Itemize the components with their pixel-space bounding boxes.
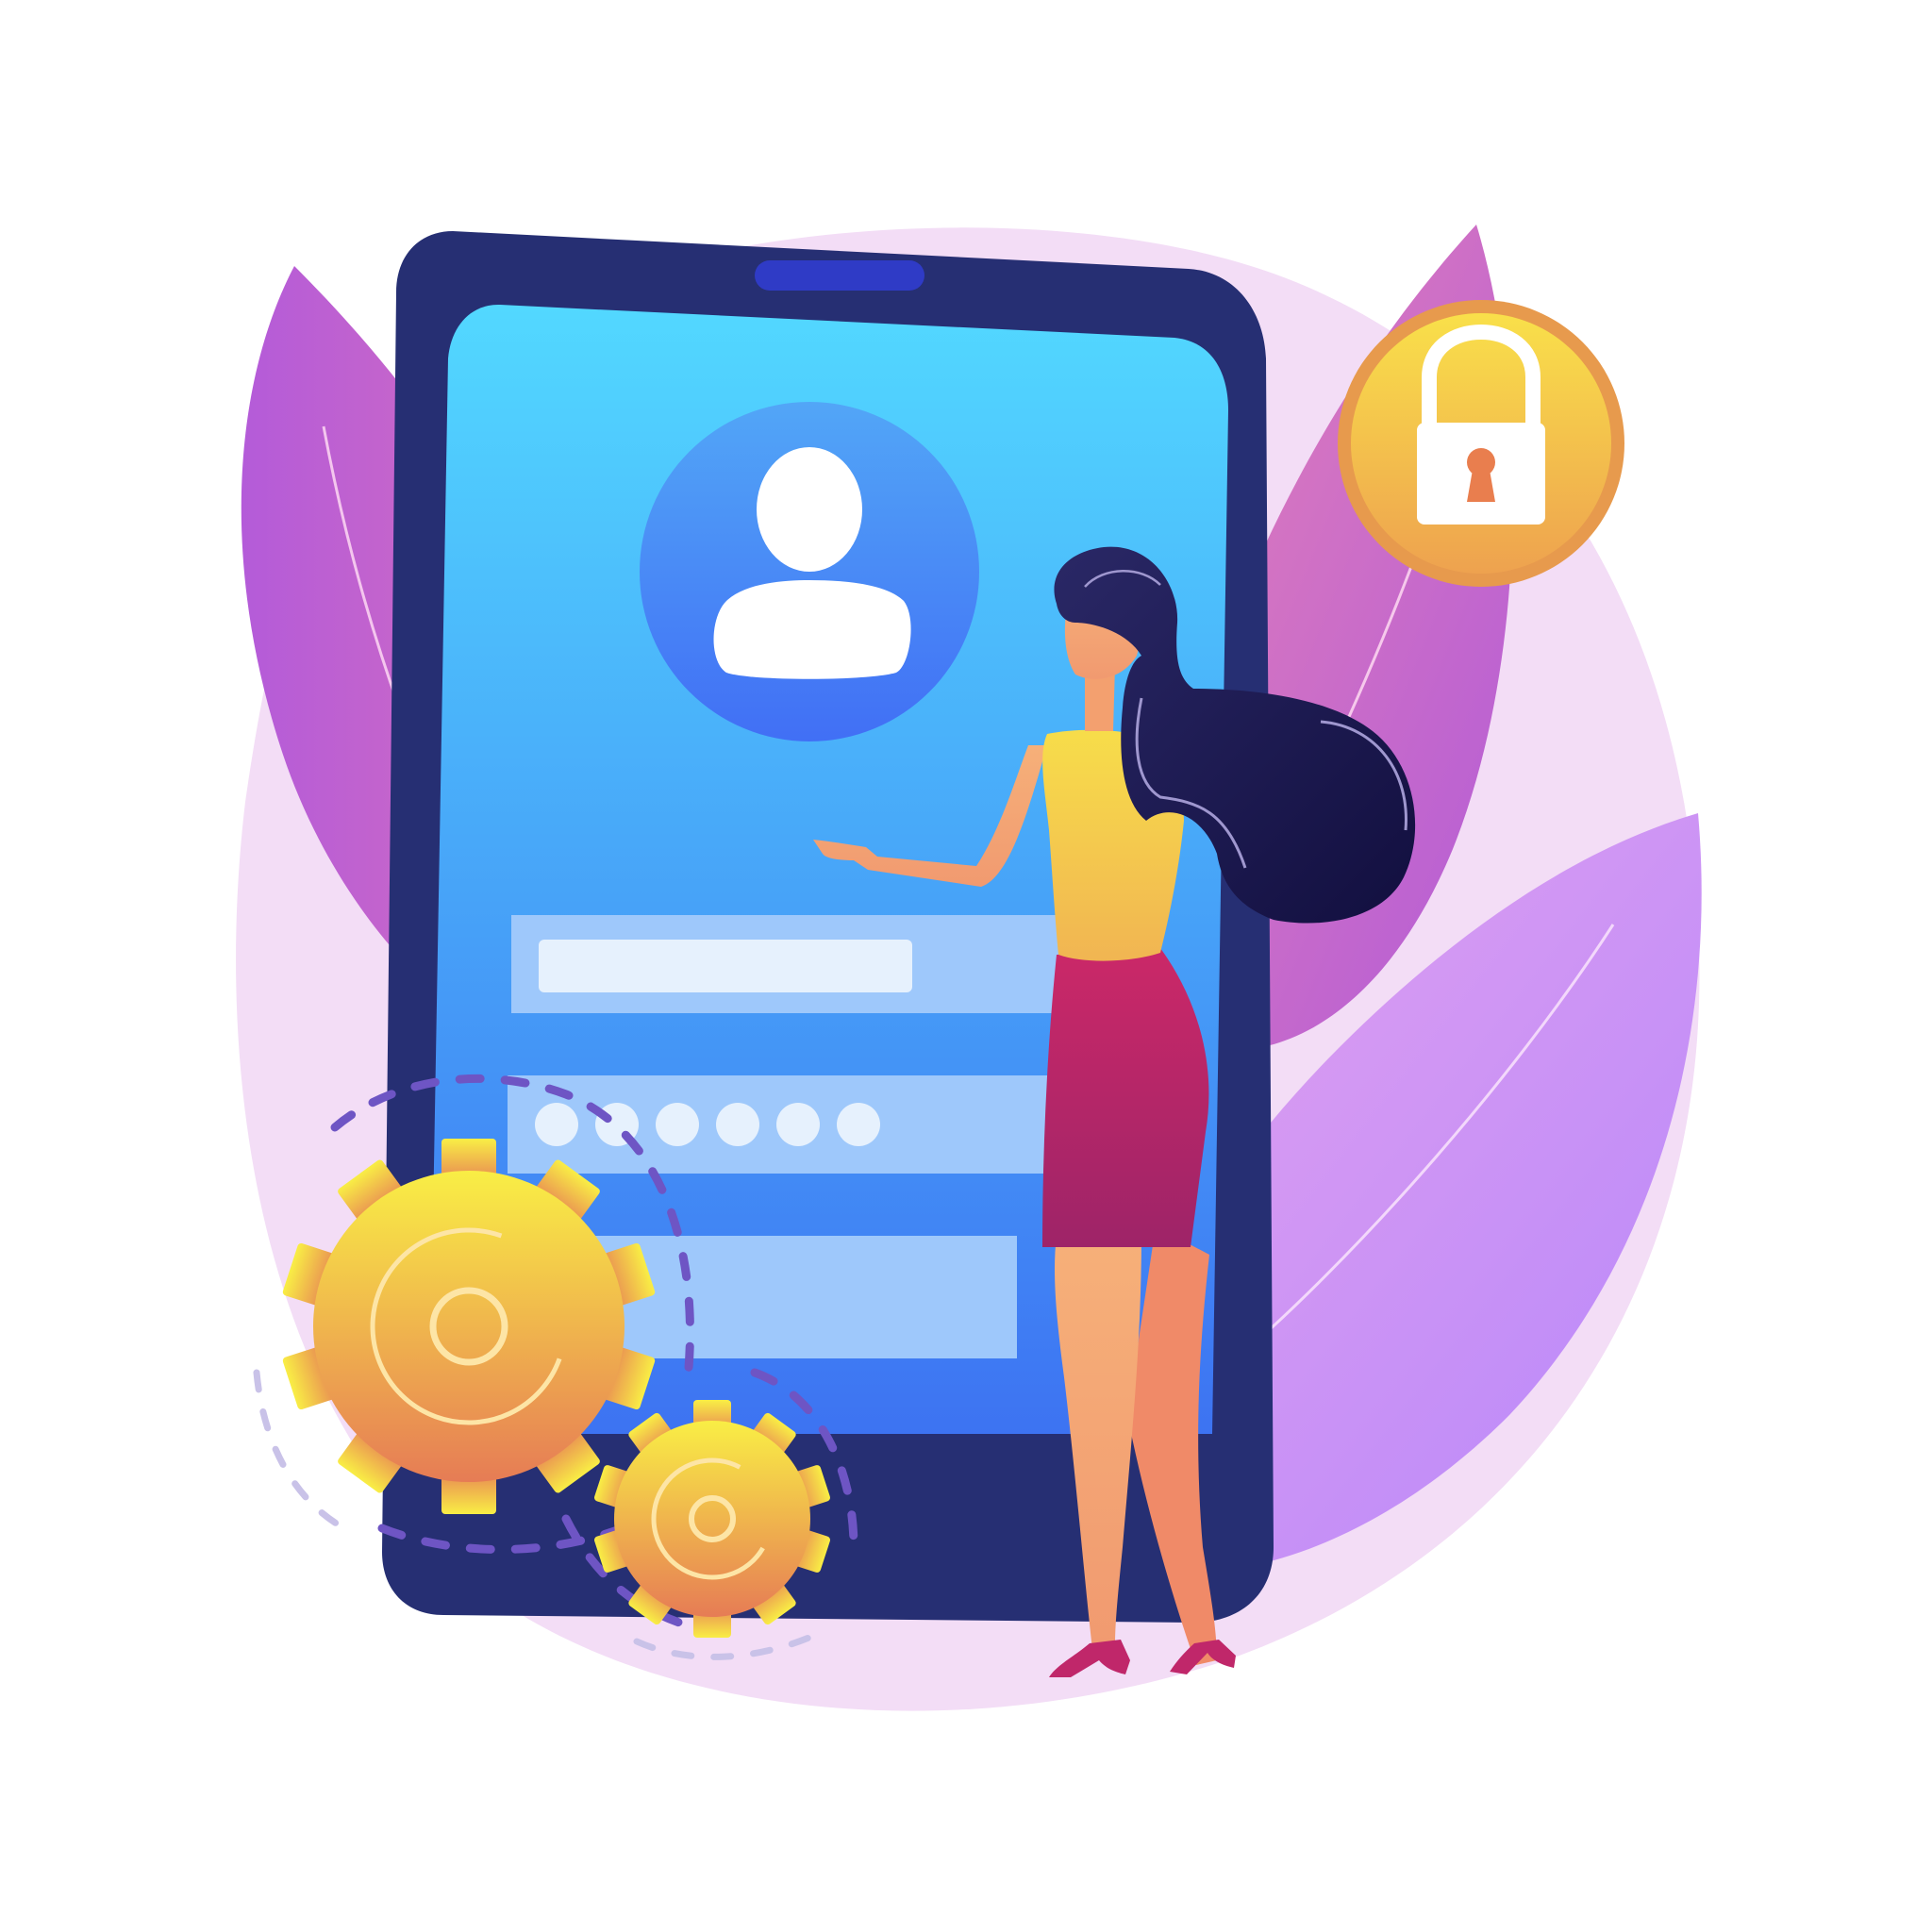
skirt [1042,948,1209,1247]
username-field[interactable] [511,915,1077,1013]
small-gear-icon [594,1400,830,1638]
user-avatar-icon [640,402,979,741]
password-field[interactable] [508,1075,1083,1174]
phone-notch [755,260,924,291]
password-dot [535,1103,578,1146]
password-dot [656,1103,699,1146]
password-dot [776,1103,820,1146]
login-illustration [0,0,1932,1932]
password-dot [716,1103,759,1146]
padlock-icon [1338,300,1624,587]
illustration-canvas [236,225,1702,1711]
password-dot [837,1103,880,1146]
